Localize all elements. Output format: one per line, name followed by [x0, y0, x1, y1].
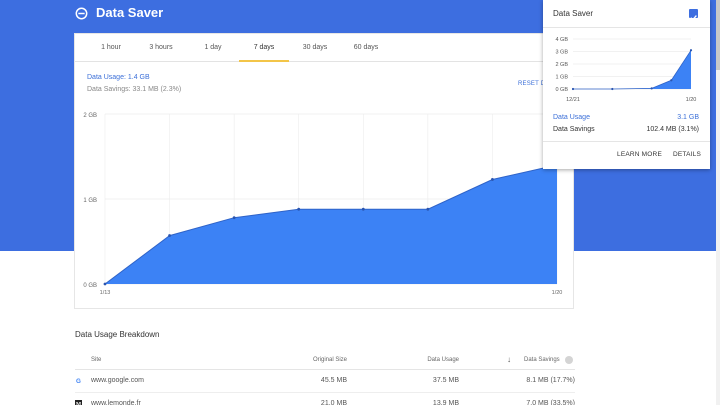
breakdown-title: Data Usage Breakdown	[75, 330, 160, 339]
enable-checkbox[interactable]	[689, 9, 698, 21]
lemonde-favicon-icon: M	[75, 400, 82, 405]
usage-area-series	[105, 165, 557, 284]
data-savings-value: 7.0 MB (33.5%)	[526, 400, 575, 405]
y-tick-label: 1 GB	[555, 75, 568, 81]
sort-arrow-down-icon[interactable]: ↓	[507, 350, 511, 370]
data-savings-summary: Data Savings: 33.1 MB (2.3%)	[87, 86, 182, 93]
google-favicon-icon: G	[76, 378, 81, 384]
popup-usage-chart: 4 GB 3 GB 2 GB 1 GB 0 GB 12/21 1/20	[555, 37, 697, 103]
column-header-data-usage[interactable]: Data Usage	[359, 350, 459, 370]
details-button[interactable]: DETAILS	[673, 151, 701, 158]
app-title-bar: Data Saver	[75, 5, 163, 21]
usage-data-point	[103, 282, 107, 286]
popup-title: Data Saver	[553, 9, 594, 18]
divider	[543, 141, 710, 142]
original-size-value: 45.5 MB	[320, 377, 347, 384]
original-size-value: 21.0 MB	[320, 400, 347, 405]
app-title: Data Saver	[96, 5, 164, 20]
tab-1-hour[interactable]: 1 hour	[87, 34, 135, 62]
popup-data-point	[670, 79, 673, 82]
time-range-tabs: 1 hour 3 hours 1 day 7 days 30 days 60 d…	[75, 34, 575, 62]
data-usage-summary: Data Usage: 1.4 GB	[87, 74, 150, 81]
y-tick-label: 0 GB	[83, 283, 97, 289]
tab-30-days[interactable]: 30 days	[291, 34, 339, 62]
check-icon	[690, 15, 697, 21]
learn-more-button[interactable]: LEARN MORE	[617, 151, 662, 158]
breakdown-table-header: Site Original Size Data Usage ↓ Data Sav…	[75, 350, 575, 370]
tab-60-days[interactable]: 60 days	[341, 34, 391, 62]
y-tick-label: 3 GB	[555, 50, 568, 56]
data-usage-value: 37.5 MB	[432, 377, 459, 384]
y-tick-label: 2 GB	[83, 113, 97, 119]
y-tick-label: 2 GB	[555, 62, 568, 68]
popup-savings-value: 102.4 MB (3.1%)	[646, 126, 699, 133]
tab-3-hours[interactable]: 3 hours	[137, 34, 185, 62]
svg-text:G: G	[76, 378, 81, 384]
popup-usage-label: Data Usage	[553, 114, 590, 121]
popup-data-point	[650, 87, 653, 90]
divider	[543, 27, 710, 28]
column-header-data-savings[interactable]: Data Savings	[524, 350, 560, 370]
y-tick-label: 0 GB	[555, 87, 568, 93]
tab-7-days[interactable]: 7 days	[239, 34, 289, 62]
table-row[interactable]: G www.google.com 45.5 MB 37.5 MB 8.1 MB …	[75, 371, 575, 393]
data-savings-value: 8.1 MB (17.7%)	[526, 377, 575, 384]
usage-data-point	[491, 178, 494, 181]
usage-data-point	[232, 216, 236, 220]
usage-data-point	[297, 207, 301, 211]
site-name: www.google.com	[91, 377, 144, 384]
usage-data-point	[361, 207, 365, 211]
x-tick-label: 1/20	[686, 97, 697, 103]
y-tick-label: 4 GB	[555, 37, 568, 43]
table-row[interactable]: M www.lemonde.fr 21.0 MB 13.9 MB 7.0 MB …	[75, 394, 575, 405]
data-saver-popup: Data Saver 4 GB 3 GB 2 GB 1 GB 0 GB 12/2…	[543, 0, 710, 169]
scrollbar-thumb[interactable]	[716, 0, 720, 70]
data-usage-chart: 2 GB 1 GB 0 GB 1/13 1/20	[83, 113, 563, 296]
column-header-site[interactable]: Site	[91, 350, 101, 370]
usage-data-point	[168, 234, 171, 237]
svg-text:M: M	[76, 402, 82, 405]
data-usage-value: 13.9 MB	[432, 400, 459, 405]
popup-usage-area-series	[573, 50, 691, 89]
y-tick-label: 1 GB	[83, 198, 97, 204]
x-tick-label: 1/20	[552, 290, 563, 296]
tab-1-day[interactable]: 1 day	[189, 34, 237, 62]
popup-savings-label: Data Savings	[553, 126, 595, 133]
popup-data-point	[611, 87, 614, 91]
reset-button[interactable]: RESET D	[518, 81, 545, 87]
site-name: www.lemonde.fr	[91, 400, 141, 405]
data-saver-logo-icon	[75, 7, 88, 19]
x-tick-label: 1/13	[100, 290, 111, 296]
popup-data-point	[571, 87, 575, 91]
popup-usage-value: 3.1 GB	[677, 114, 699, 121]
x-tick-label: 12/21	[566, 97, 580, 103]
usage-data-point	[426, 207, 430, 211]
column-header-original-size[interactable]: Original Size	[247, 350, 347, 370]
popup-data-point	[689, 49, 693, 52]
help-icon[interactable]	[565, 356, 573, 364]
usage-card: 1 hour 3 hours 1 day 7 days 30 days 60 d…	[74, 33, 575, 309]
